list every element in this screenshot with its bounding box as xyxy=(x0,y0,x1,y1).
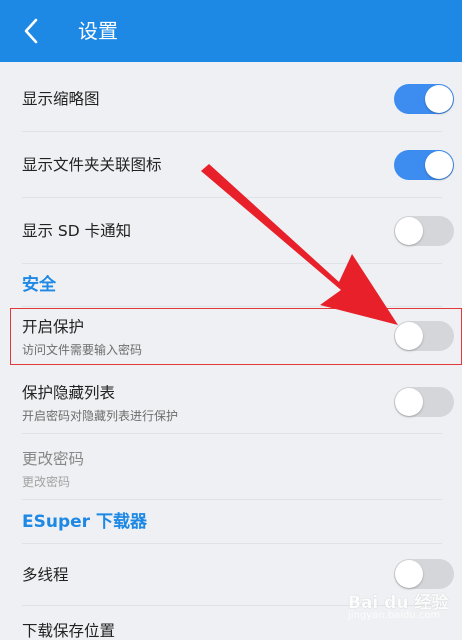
toggle-knob xyxy=(425,151,453,179)
setting-label: 下载保存位置 xyxy=(22,622,116,640)
setting-label: 显示 SD 卡通知 xyxy=(22,222,132,240)
setting-multithread[interactable]: 多线程 xyxy=(22,564,442,586)
setting-label: 保护隐藏列表 xyxy=(22,384,116,402)
setting-label: 更改密码 xyxy=(22,450,85,468)
divider xyxy=(22,433,442,434)
divider xyxy=(22,543,442,544)
divider xyxy=(22,499,442,500)
arrow-shape xyxy=(201,164,398,325)
app-bar: 设置 xyxy=(0,0,462,62)
setting-label: 显示文件夹关联图标 xyxy=(22,156,162,174)
toggle-show-sd-notify[interactable] xyxy=(394,216,454,246)
divider xyxy=(22,197,442,198)
setting-description: 更改密码 xyxy=(22,475,71,489)
toggle-knob xyxy=(425,85,453,113)
setting-change-password[interactable]: 更改密码 更改密码 xyxy=(22,448,442,491)
setting-label: 多线程 xyxy=(22,566,69,584)
setting-show-thumbnails[interactable]: 显示缩略图 xyxy=(22,88,442,110)
toggle-knob xyxy=(395,560,423,588)
setting-download-location[interactable]: 下载保存位置 xyxy=(22,620,442,640)
section-header-downloader: ESuper 下载器 xyxy=(22,512,147,532)
toggle-show-thumbnails[interactable] xyxy=(394,84,454,114)
page-title: 设置 xyxy=(78,19,118,43)
toggle-knob xyxy=(395,217,423,245)
toggle-knob xyxy=(395,388,423,416)
section-header-security: 安全 xyxy=(22,275,56,295)
setting-description: 开启密码对隐藏列表进行保护 xyxy=(22,409,179,423)
setting-show-sd-notify[interactable]: 显示 SD 卡通知 xyxy=(22,220,442,242)
setting-label: 显示缩略图 xyxy=(22,90,100,108)
toggle-show-folder-icons[interactable] xyxy=(394,150,454,180)
divider xyxy=(22,263,442,264)
highlight-box xyxy=(10,308,462,365)
toggle-protect-hidden-list[interactable] xyxy=(394,387,454,417)
toggle-multithread[interactable] xyxy=(394,559,454,589)
divider xyxy=(22,306,442,307)
divider xyxy=(22,131,442,132)
chevron-left-icon xyxy=(24,18,38,44)
watermark-url: jingyan.baidu.com xyxy=(348,610,441,621)
back-button[interactable] xyxy=(14,14,48,48)
setting-protect-hidden-list[interactable]: 保护隐藏列表 开启密码对隐藏列表进行保护 xyxy=(22,382,442,425)
setting-show-folder-icons[interactable]: 显示文件夹关联图标 xyxy=(22,154,442,176)
